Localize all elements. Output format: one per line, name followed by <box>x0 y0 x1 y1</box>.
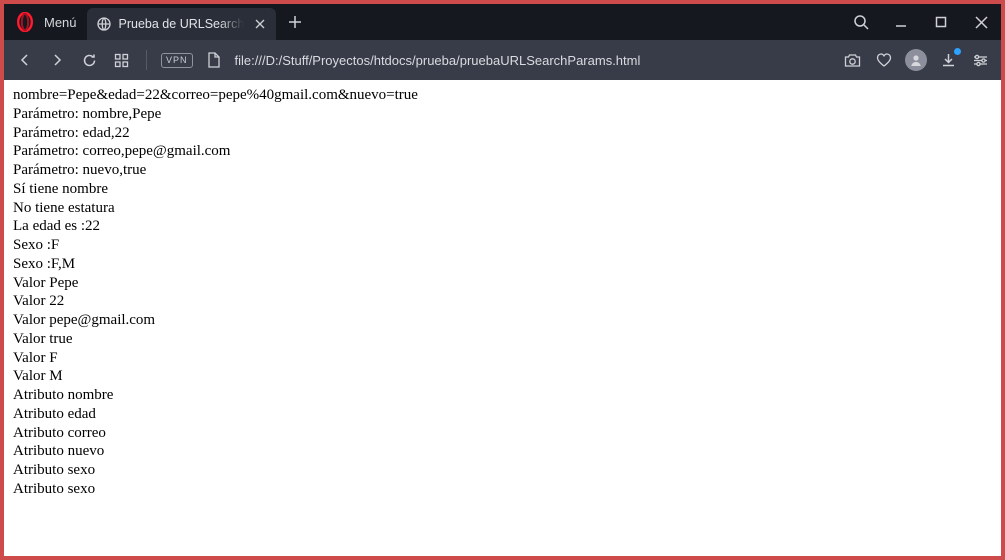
output-line: Sí tiene nombre <box>13 180 992 199</box>
menu-label: Menú <box>44 15 77 30</box>
output-line: Valor M <box>13 367 992 386</box>
tab-title: Prueba de URLSearchParams <box>119 17 244 31</box>
forward-button[interactable] <box>46 49 68 71</box>
output-line: nombre=Pepe&edad=22&correo=pepe%40gmail.… <box>13 86 992 105</box>
divider <box>146 50 147 70</box>
file-icon <box>203 49 225 71</box>
output-line: Atributo nuevo <box>13 442 992 461</box>
profile-button[interactable] <box>905 49 927 71</box>
close-tab-icon[interactable] <box>252 16 268 32</box>
new-tab-button[interactable] <box>280 7 310 37</box>
menu-button[interactable]: Menú <box>42 4 87 40</box>
titlebar: Menú Prueba de URLSearchParams <box>4 4 1001 40</box>
output-line: Valor pepe@gmail.com <box>13 311 992 330</box>
back-button[interactable] <box>14 49 36 71</box>
url-field[interactable]: file:///D:/Stuff/Proyectos/htdocs/prueba… <box>235 53 641 68</box>
search-button[interactable] <box>841 4 881 40</box>
downloads-button[interactable] <box>937 49 959 71</box>
addressbar: VPN file:///D:/Stuff/Proyectos/htdocs/pr… <box>4 40 1001 80</box>
output-line: Parámetro: edad,22 <box>13 124 992 143</box>
output-line: Atributo edad <box>13 405 992 424</box>
output-line: Atributo correo <box>13 424 992 443</box>
maximize-button[interactable] <box>921 4 961 40</box>
reload-button[interactable] <box>78 49 100 71</box>
output-line: No tiene estatura <box>13 199 992 218</box>
output-line: Sexo :F <box>13 236 992 255</box>
close-window-button[interactable] <box>961 4 1001 40</box>
vpn-label: VPN <box>166 55 188 65</box>
vpn-badge[interactable]: VPN <box>161 53 193 68</box>
output-line: Parámetro: nombre,Pepe <box>13 105 992 124</box>
page-content: nombre=Pepe&edad=22&correo=pepe%40gmail.… <box>4 80 1001 556</box>
output-line: La edad es :22 <box>13 217 992 236</box>
globe-icon <box>97 17 111 31</box>
active-tab[interactable]: Prueba de URLSearchParams <box>87 8 276 40</box>
output-line: Parámetro: correo,pepe@gmail.com <box>13 142 992 161</box>
output-line: Valor 22 <box>13 292 992 311</box>
output-line: Parámetro: nuevo,true <box>13 161 992 180</box>
output-line: Atributo nombre <box>13 386 992 405</box>
output-line: Valor Pepe <box>13 274 992 293</box>
easy-setup-button[interactable] <box>969 49 991 71</box>
snapshot-button[interactable] <box>841 49 863 71</box>
output-line: Atributo sexo <box>13 461 992 480</box>
heart-button[interactable] <box>873 49 895 71</box>
output-line: Valor F <box>13 349 992 368</box>
minimize-button[interactable] <box>881 4 921 40</box>
output-line: Sexo :F,M <box>13 255 992 274</box>
speed-dial-button[interactable] <box>110 49 132 71</box>
output-line: Atributo sexo <box>13 480 992 499</box>
output-line: Valor true <box>13 330 992 349</box>
opera-logo-icon[interactable] <box>14 11 36 33</box>
